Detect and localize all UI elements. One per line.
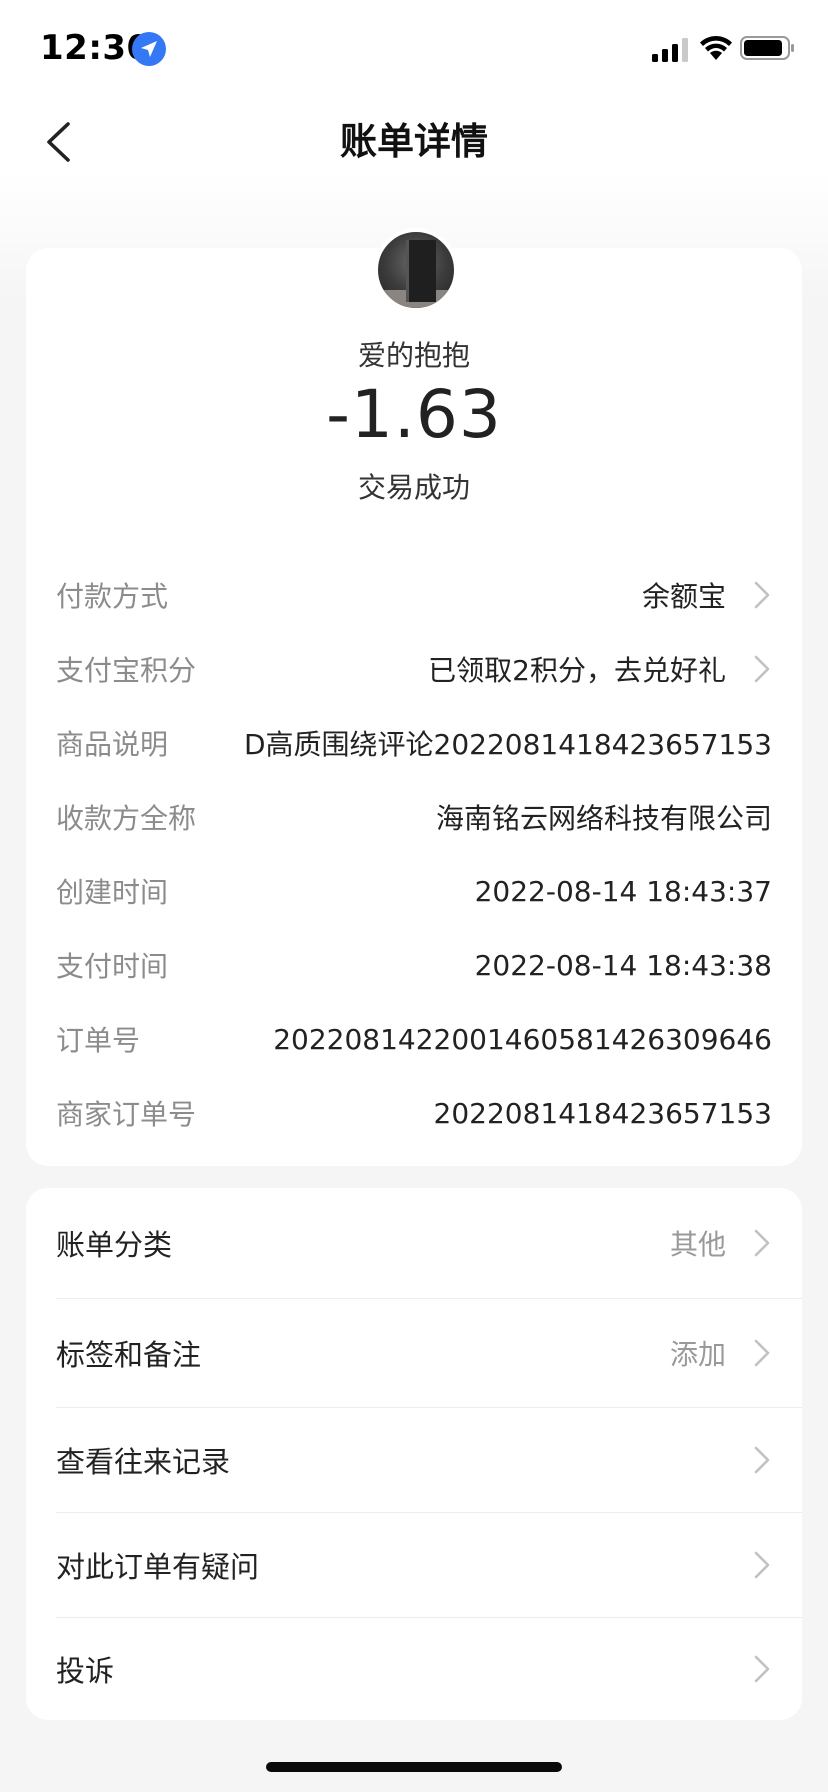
navigation-bar: 账单详情 [0, 96, 828, 188]
cellular-signal-icon [652, 38, 688, 62]
detail-label: 付款方式 [56, 580, 169, 613]
chevron-right-icon [754, 1655, 770, 1683]
detail-row-product-description: 商品说明 D高质围绕评论2022081418423657153 [56, 720, 772, 766]
action-value: 其他 [669, 1228, 726, 1261]
complaint-row[interactable]: 投诉 [56, 1618, 802, 1720]
detail-row-merchant-order-number: 商家订单号 2022081418423657153 [56, 1090, 772, 1136]
action-value: 添加 [669, 1338, 726, 1371]
transaction-status: 交易成功 [357, 471, 470, 504]
detail-row-payment-time: 支付时间 2022-08-14 18:43:38 [56, 942, 772, 988]
detail-value: 2022-08-14 18:43:38 [474, 948, 772, 982]
transaction-amount: -1.63 [326, 376, 502, 453]
detail-label: 创建时间 [56, 876, 169, 909]
detail-label: 收款方全称 [56, 802, 197, 835]
detail-label: 支付时间 [56, 950, 169, 983]
detail-value: 2022081422001460581426309646 [273, 1022, 772, 1056]
tags-and-notes-row[interactable]: 标签和备注 添加 [56, 1299, 802, 1407]
chevron-right-icon [754, 1339, 770, 1367]
detail-value: D高质围绕评论2022081418423657153 [243, 728, 772, 761]
detail-label: 商家订单号 [56, 1098, 197, 1131]
merchant-name: 爱的抱抱 [357, 339, 470, 372]
bill-category-row[interactable]: 账单分类 其他 [56, 1188, 802, 1298]
detail-row-payment-method[interactable]: 付款方式 余额宝 [56, 572, 772, 618]
detail-label: 订单号 [56, 1024, 141, 1057]
action-label: 查看往来记录 [56, 1445, 231, 1479]
order-question-row[interactable]: 对此订单有疑问 [56, 1513, 802, 1617]
chevron-right-icon [754, 655, 770, 683]
action-label: 标签和备注 [56, 1338, 202, 1372]
detail-label: 商品说明 [56, 728, 169, 761]
detail-value: 海南铭云网络科技有限公司 [435, 802, 772, 835]
detail-value: 余额宝 [641, 580, 726, 613]
wifi-icon [700, 36, 732, 60]
status-bar: 12:30 [0, 0, 828, 96]
detail-value: 2022-08-14 18:43:37 [474, 874, 772, 908]
action-label: 对此订单有疑问 [56, 1550, 260, 1584]
view-transaction-history-row[interactable]: 查看往来记录 [56, 1408, 802, 1512]
action-label: 投诉 [56, 1654, 115, 1688]
location-arrow-icon [132, 32, 166, 66]
action-label: 账单分类 [56, 1228, 173, 1262]
detail-row-created-time: 创建时间 2022-08-14 18:43:37 [56, 868, 772, 914]
transaction-card: 爱的抱抱 -1.63 交易成功 付款方式 余额宝 支付宝积分 已领取2积分，去兑… [26, 228, 802, 1166]
actions-card: 账单分类 其他 标签和备注 添加 查看往来记录 对此订单有疑问 投诉 [26, 1188, 802, 1720]
chevron-right-icon [754, 1446, 770, 1474]
home-indicator[interactable] [266, 1762, 562, 1772]
battery-icon [740, 36, 794, 60]
detail-label: 支付宝积分 [56, 654, 197, 687]
detail-value: 已领取2积分，去兑好礼 [428, 654, 726, 687]
bill-detail-page: 12:30 账单详情 爱的抱抱 -1.63 交易成功 付款方式 余额宝 支付宝积… [0, 0, 828, 1792]
chevron-right-icon [754, 581, 770, 609]
page-title: 账单详情 [340, 120, 488, 163]
chevron-right-icon [754, 1551, 770, 1579]
detail-row-alipay-points[interactable]: 支付宝积分 已领取2积分，去兑好礼 [56, 646, 772, 692]
merchant-avatar [374, 228, 458, 312]
detail-row-payee-name: 收款方全称 海南铭云网络科技有限公司 [56, 794, 772, 840]
detail-row-order-number: 订单号 2022081422001460581426309646 [56, 1016, 772, 1062]
chevron-right-icon [754, 1229, 770, 1257]
detail-value: 2022081418423657153 [433, 1096, 772, 1130]
